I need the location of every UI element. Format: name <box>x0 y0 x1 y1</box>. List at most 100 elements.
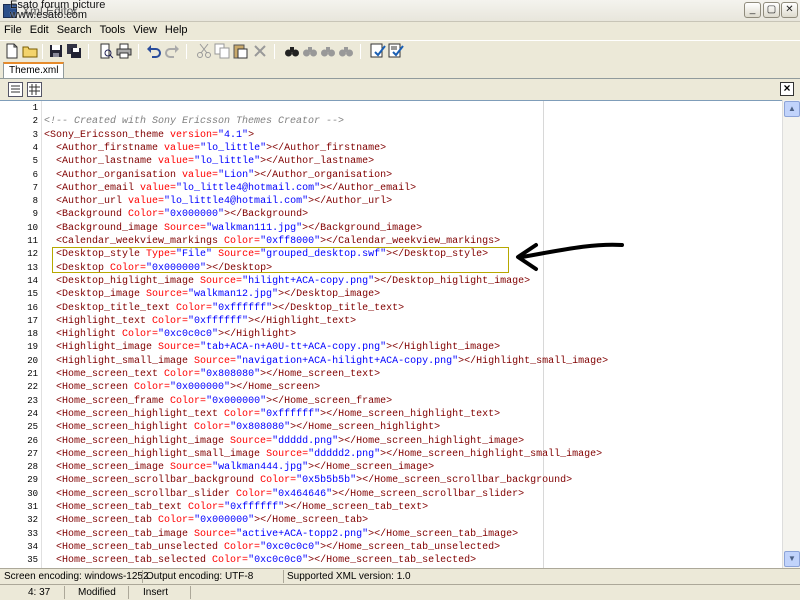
find-icon[interactable] <box>284 43 300 59</box>
code-line[interactable]: 1 <box>0 102 780 115</box>
code-line[interactable]: 24 <Home_screen_highlight_text Color="0x… <box>0 408 780 421</box>
code-editor[interactable]: 1 2 <!-- Created with Sony Ericsson Themes… <box>0 100 782 568</box>
line-number: 1 <box>32 103 38 113</box>
line-number: 6 <box>32 169 38 180</box>
line-code: <Background Color="0x000000"></Backgroun… <box>56 209 309 221</box>
pointer-arrow-icon <box>516 242 624 271</box>
print-icon[interactable] <box>116 43 132 59</box>
menu-tools[interactable]: Tools <box>96 22 130 36</box>
menu-file[interactable]: File <box>0 22 26 36</box>
code-line[interactable]: 16 <Desktop_title_text Color="0xffffff">… <box>0 302 780 315</box>
menu-edit[interactable]: Edit <box>26 22 53 36</box>
line-code: <Highlight_text Color="0xffffff"></Highl… <box>56 315 357 327</box>
menu-view[interactable]: View <box>129 22 161 36</box>
line-code: <Home_screen_highlight Color="0x808080">… <box>56 422 441 434</box>
line-code: <Author_firstname value="lo_little"></Au… <box>56 142 387 154</box>
check-wellformed-icon[interactable] <box>370 43 386 59</box>
tab-theme-xml[interactable]: Theme.xml <box>3 62 65 78</box>
code-line[interactable]: 29 <Home_screen_scrollbar_background Col… <box>0 474 780 487</box>
find-next-icon[interactable] <box>302 43 318 59</box>
code-line[interactable]: 20 <Highlight_small_image Source="naviga… <box>0 355 780 368</box>
scroll-down-icon[interactable]: ▼ <box>784 551 800 567</box>
code-line[interactable]: 31 <Home_screen_tab_text Color="0xffffff… <box>0 501 780 514</box>
minimize-button[interactable]: _ <box>744 2 761 18</box>
new-file-icon[interactable] <box>4 43 20 59</box>
code-line[interactable]: 15 <Desktop_image Source="walkman12.jpg"… <box>0 288 780 301</box>
grid-view-icon[interactable] <box>27 82 42 97</box>
code-line[interactable]: 14 <Desktop_higlight_image Source="hilig… <box>0 275 780 288</box>
code-line[interactable]: 2 <!-- Created with Sony Ericsson Themes … <box>0 115 780 128</box>
line-code: <Home_screen_tab_image Source="active+AC… <box>56 528 519 540</box>
vertical-scrollbar[interactable]: ▲ ▼ <box>782 100 800 568</box>
code-line[interactable]: 3 <Sony_Ericsson_theme version="4.1"> <box>0 129 780 142</box>
close-document-icon[interactable]: × <box>780 82 794 96</box>
line-number: 26 <box>27 435 38 446</box>
code-line[interactable]: 5 <Author_lastname value="lo_little"></A… <box>0 155 780 168</box>
code-line[interactable]: 28 <Home_screen_image Source="walkman444… <box>0 461 780 474</box>
line-number: 25 <box>27 422 38 433</box>
line-number: 24 <box>27 408 38 419</box>
code-line[interactable]: 33 <Home_screen_tab_image Source="active… <box>0 528 780 541</box>
line-code: <Home_screen_scrollbar_slider Color="0x4… <box>56 488 525 500</box>
save-icon[interactable] <box>48 43 64 59</box>
replace-icon[interactable] <box>338 43 354 59</box>
line-number: 27 <box>27 448 38 459</box>
delete-icon[interactable] <box>252 43 268 59</box>
code-line[interactable]: 18 <Highlight Color="0xc0c0c0"></Highlig… <box>0 328 780 341</box>
redo-icon[interactable] <box>164 43 180 59</box>
code-line[interactable]: 19 <Highlight_image Source="tab+ACA-n+A0… <box>0 341 780 354</box>
code-line[interactable]: 25 <Home_screen_highlight Color="0x80808… <box>0 421 780 434</box>
menu-help[interactable]: Help <box>161 22 192 36</box>
print-preview-icon[interactable] <box>98 43 114 59</box>
maximize-button[interactable]: ▢ <box>763 2 780 18</box>
line-code: <Home_screen_tab Color="0x000000"></Home… <box>56 515 369 527</box>
code-line[interactable]: 7 <Author_email value="lo_little4@hotmai… <box>0 182 780 195</box>
code-line[interactable]: 35 <Home_screen_tab_selected Color="0xc0… <box>0 554 780 567</box>
paste-icon[interactable] <box>232 43 248 59</box>
line-code: <Highlight_small_image Source="navigatio… <box>56 355 609 367</box>
line-code: <Home_screen_highlight_small_image Sourc… <box>56 448 603 460</box>
close-window-button[interactable]: ✕ <box>781 2 798 18</box>
code-line[interactable]: 17 <Highlight_text Color="0xffffff"></Hi… <box>0 315 780 328</box>
code-line[interactable]: 30 <Home_screen_scrollbar_slider Color="… <box>0 488 780 501</box>
undo-icon[interactable] <box>146 43 162 59</box>
code-line[interactable]: 9 <Background Color="0x000000"></Backgro… <box>0 208 780 221</box>
code-line[interactable]: 26 <Home_screen_highlight_image Source="… <box>0 435 780 448</box>
code-line[interactable]: 22 <Home_screen Color="0x000000"></Home_… <box>0 381 780 394</box>
find-previous-icon[interactable] <box>320 43 336 59</box>
code-line[interactable]: 6 <Author_organisation value="Lion"></Au… <box>0 169 780 182</box>
line-number: 34 <box>27 541 38 552</box>
line-number: 20 <box>27 355 38 366</box>
save-all-icon[interactable] <box>66 43 82 59</box>
text-view-icon[interactable] <box>8 82 23 97</box>
scroll-up-icon[interactable]: ▲ <box>784 101 800 117</box>
menu-search[interactable]: Search <box>53 22 96 36</box>
modified-indicator: Modified <box>78 587 116 598</box>
document-tabs: Theme.xml <box>0 62 800 78</box>
line-number: 32 <box>27 515 38 526</box>
validate-icon[interactable] <box>388 43 404 59</box>
code-line[interactable]: 4 <Author_firstname value="lo_little"></… <box>0 142 780 155</box>
code-line[interactable]: 34 <Home_screen_tab_unselected Color="0x… <box>0 541 780 554</box>
code-line[interactable]: 10 <Background_image Source="walkman111.… <box>0 222 780 235</box>
line-number: 8 <box>32 196 38 207</box>
insert-mode-indicator: Insert <box>143 587 169 598</box>
cut-icon[interactable] <box>196 43 212 59</box>
line-number: 29 <box>27 475 38 486</box>
code-line[interactable]: 23 <Home_screen_frame Color="0x000000"><… <box>0 395 780 408</box>
code-line[interactable]: 27 <Home_screen_highlight_small_image So… <box>0 448 780 461</box>
line-number: 31 <box>27 502 38 512</box>
line-code: <Home_screen_image Source="walkman444.jp… <box>56 462 435 474</box>
line-number: 18 <box>27 329 38 340</box>
line-number: 28 <box>27 462 38 473</box>
line-number: 11 <box>27 236 38 246</box>
code-line[interactable]: 21 <Home_screen_text Color="0x808080"></… <box>0 368 780 381</box>
line-number: 9 <box>32 209 38 220</box>
copy-icon[interactable] <box>214 43 230 59</box>
open-folder-icon[interactable] <box>22 43 38 59</box>
code-line[interactable]: 32 <Home_screen_tab Color="0x000000"></H… <box>0 514 780 527</box>
line-number: 2 <box>32 116 38 127</box>
line-code: <Home_screen_tab_text Color="0xffffff"><… <box>56 502 429 513</box>
line-number: 16 <box>27 302 38 313</box>
code-line[interactable]: 8 <Author_url value="lo_little4@hotmail.… <box>0 195 780 208</box>
